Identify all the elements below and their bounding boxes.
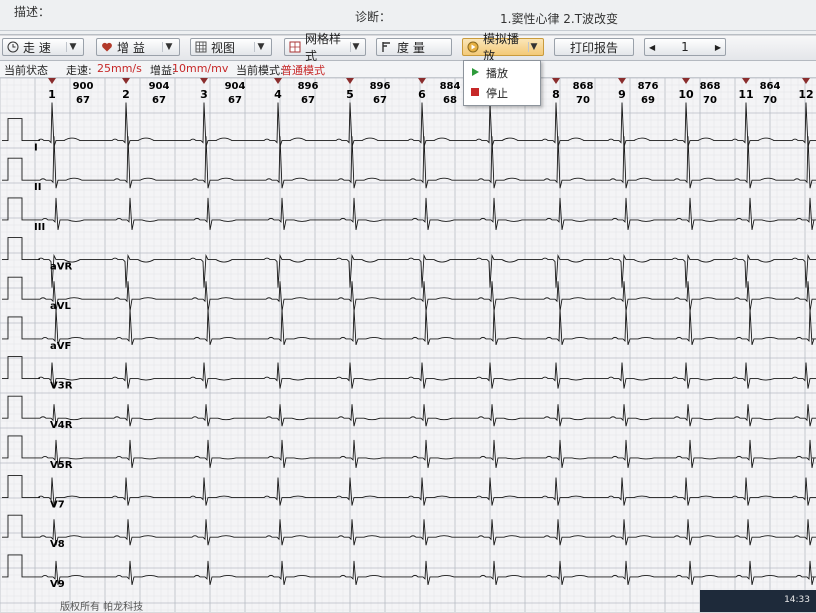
speed-button-label: 走 速 [23, 40, 51, 55]
beat-number: 5 [346, 88, 354, 101]
report-header: 描述： 诊断： 1.窦性心律 2.T波改变 [0, 0, 816, 35]
page-number: 1 [681, 40, 689, 54]
speed-dropdown[interactable]: 走 速 ▼ [2, 38, 84, 56]
description-label: 描述： [14, 5, 51, 19]
header-divider [0, 30, 816, 31]
view-dropdown[interactable]: 视图 ▼ [190, 38, 272, 56]
stop-menu-label: 停止 [486, 87, 508, 100]
lead-label-v9: V9 [50, 579, 65, 590]
diagnosis-label: 诊断： [355, 10, 392, 24]
mode-status-value: 普通模式 [281, 64, 325, 77]
heart-rate-label: 70 [763, 95, 777, 106]
play-mode-icon [467, 41, 479, 53]
heart-rate-label: 67 [152, 95, 166, 106]
rr-interval-label: 876 [638, 81, 659, 92]
heart-rate-label: 67 [228, 95, 242, 106]
lead-label-iii: III [34, 222, 45, 233]
print-report-button-label: 打印报告 [569, 40, 618, 55]
page-navigator[interactable]: ◀ 1 ▶ [644, 38, 726, 56]
rr-interval-label: 868 [700, 81, 721, 92]
chevron-down-icon: ▼ [66, 42, 79, 52]
beat-number: 3 [200, 88, 208, 101]
rr-interval-label: 896 [370, 81, 391, 92]
heart-rate-label: 70 [703, 95, 717, 106]
grid-style-dropdown[interactable]: 网格样式 ▼ [284, 32, 366, 63]
next-page-icon[interactable]: ▶ [715, 43, 721, 52]
simulate-play-dropdown[interactable]: 模拟播放 ▼ [462, 32, 544, 63]
clock-icon [7, 41, 19, 53]
chevron-down-icon: ▼ [349, 42, 361, 52]
grid-view-icon [195, 41, 207, 53]
measure-button[interactable]: 度 量 [376, 38, 452, 56]
grid-style-icon [289, 41, 301, 53]
beat-number: 1 [48, 88, 56, 101]
lead-label-v5r: V5R [50, 460, 73, 471]
lead-label-i: I [34, 143, 38, 154]
heart-rate-label: 67 [373, 95, 387, 106]
stop-icon [470, 87, 480, 100]
lead-label-avr: aVR [50, 262, 72, 273]
play-icon [470, 67, 480, 80]
play-menu-label: 播放 [486, 67, 508, 80]
rr-interval-label: 864 [760, 81, 781, 92]
lead-label-v7: V7 [50, 500, 65, 511]
copyright-text: 版权所有 帕龙科技 [60, 602, 144, 613]
simulate-play-button-label: 模拟播放 [483, 32, 520, 63]
heart-rate-label: 67 [76, 95, 90, 106]
heart-icon [101, 41, 113, 53]
mode-status-label: 当前模式: [236, 64, 284, 77]
status-bar: 当前状态 走速: 25mm/s 增益: 10mm/mv 当前模式: 普通模式 [0, 61, 816, 78]
beat-number: 2 [122, 88, 130, 101]
lead-label-avf: aVF [50, 341, 71, 352]
taskbar: 14:33 [700, 590, 816, 612]
grid-style-button-label: 网格样式 [305, 32, 342, 63]
previous-page-icon[interactable]: ◀ [649, 43, 655, 52]
rr-interval-label: 884 [440, 81, 461, 92]
lead-label-v8: V8 [50, 539, 65, 550]
chevron-down-icon: ▼ [162, 42, 175, 52]
print-report-button[interactable]: 打印报告 [554, 38, 634, 56]
lead-label-avl: aVL [50, 301, 71, 312]
beat-number: 6 [418, 88, 426, 101]
beat-number: 10 [678, 88, 694, 101]
chevron-down-icon: ▼ [254, 42, 267, 52]
lead-label-v3r: V3R [50, 381, 73, 392]
ruler-icon [381, 41, 393, 53]
beat-number: 11 [738, 88, 753, 101]
gain-status-value: 10mm/mv [172, 62, 229, 75]
heart-rate-label: 67 [301, 95, 315, 106]
current-status-label: 当前状态 [4, 64, 48, 77]
diagnosis-value[interactable]: 1.窦性心律 2.T波改变 [500, 10, 618, 27]
view-button-label: 视图 [211, 40, 236, 55]
gain-button-label: 增 益 [117, 40, 145, 55]
rr-interval-label: 904 [225, 81, 246, 92]
chevron-down-icon: ▼ [527, 42, 539, 52]
rr-interval-label: 904 [149, 81, 170, 92]
lead-label-ii: II [34, 182, 41, 193]
beat-number: 4 [274, 88, 282, 101]
heart-rate-label: 68 [443, 95, 457, 106]
simulate-play-menu: 播放 停止 [463, 60, 541, 106]
lead-label-v4r: V4R [50, 420, 73, 431]
stop-menu-item[interactable]: 停止 [464, 83, 538, 103]
measure-button-label: 度 量 [397, 40, 425, 55]
rr-interval-label: 868 [573, 81, 594, 92]
heart-rate-label: 69 [641, 95, 655, 106]
beat-number: 9 [618, 88, 626, 101]
speed-status-value: 25mm/s [97, 62, 142, 75]
gain-dropdown[interactable]: 增 益 ▼ [96, 38, 180, 56]
system-clock: 14:33 [784, 595, 810, 605]
ecg-waveform-panel[interactable]: 1900672904673904674896675896676884687688… [0, 78, 816, 612]
rr-interval-label: 900 [73, 81, 94, 92]
beat-number: 8 [552, 88, 560, 101]
toolbar: 走 速 ▼ 增 益 ▼ 视图 ▼ 网格样式 ▼ 度 量 模拟播放 ▼ 打印报告 … [0, 32, 816, 63]
play-menu-item[interactable]: 播放 [464, 63, 538, 83]
ecg-paper [0, 78, 816, 612]
rr-interval-label: 896 [298, 81, 319, 92]
speed-status-label: 走速: [66, 64, 92, 77]
heart-rate-label: 70 [576, 95, 590, 106]
beat-number: 12 [798, 88, 813, 101]
